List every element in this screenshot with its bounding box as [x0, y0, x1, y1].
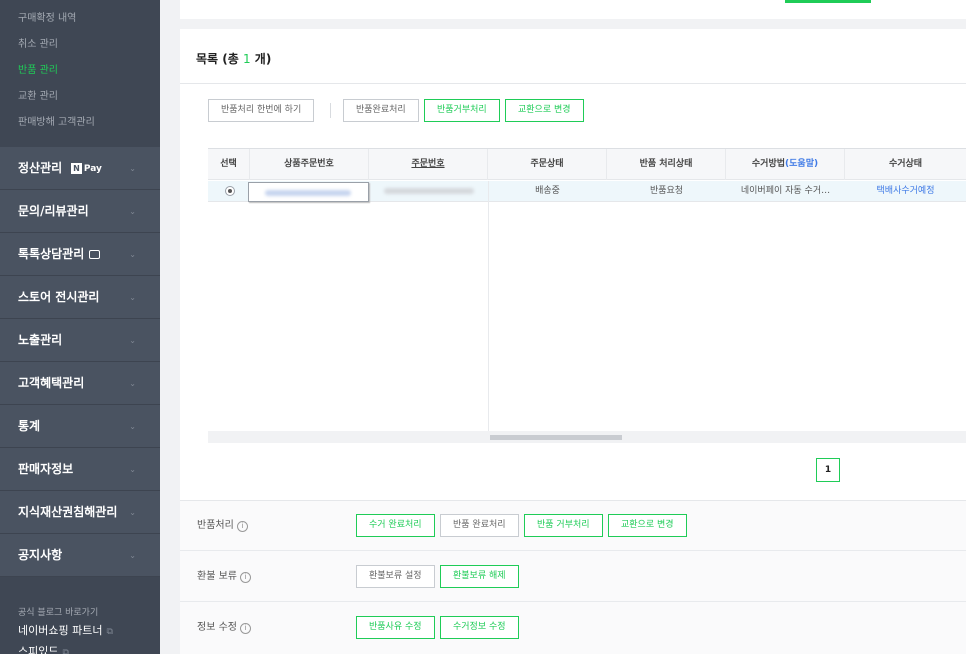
table-row[interactable]: 배송중 반품요청 네이버페이 자동 수거… 택배사수거예정: [208, 181, 966, 202]
page-title: 목록 (총 1 개): [196, 52, 272, 66]
sidebar-item-label: 지식재산권침해관리: [18, 505, 118, 519]
return-reject-button[interactable]: 반품거부처리: [424, 99, 500, 122]
row-select-radio[interactable]: [225, 186, 235, 196]
sidebar-footer: 공식 블로그 바로가기 네이버쇼핑 파트너 ⧉ 스피있드 ⧉: [0, 577, 160, 654]
sidebar-item-label: 문의/리뷰관리: [18, 204, 89, 218]
pickup-info-edit-button[interactable]: 수거정보 수정: [440, 616, 519, 639]
horizontal-scrollbar[interactable]: [208, 431, 966, 443]
external-link-icon: ⧉: [106, 627, 113, 637]
return-status-cell: 반품요청: [649, 186, 684, 196]
chevron-down-icon: ⌄: [129, 250, 136, 259]
return-reject-action-button[interactable]: 반품 거부처리: [524, 514, 603, 537]
sidebar-item-seller-info[interactable]: 판매자정보 ⌄: [0, 448, 160, 491]
info-icon[interactable]: i: [236, 521, 248, 532]
return-action-row: 반품처리 i 수거 완료처리 반품 완료처리 반품 거부처리 교환으로 변경: [180, 501, 966, 551]
sidebar-submenu: 구매확정 내역 취소 관리 반품 관리 교환 관리 판매방해 고객관리: [0, 0, 160, 147]
return-complete-button[interactable]: 반품완료처리: [343, 99, 419, 122]
info-edit-label: 정보 수정 i: [197, 603, 251, 653]
list-count: 1: [242, 52, 251, 66]
sidebar-item-settlement[interactable]: 정산관리 N Pay ⌄: [0, 147, 160, 190]
pickup-status-link[interactable]: 택배사수거예정: [845, 181, 966, 202]
sidebar-item-label: 공지사항: [18, 548, 63, 562]
divider: [180, 83, 966, 84]
chevron-down-icon: ⌄: [129, 465, 136, 474]
external-link-icon: ⧉: [62, 648, 69, 654]
chevron-down-icon: ⌄: [129, 207, 136, 216]
sidebar-item-exposure[interactable]: 노출관리 ⌄: [0, 319, 160, 362]
chevron-down-icon: ⌄: [129, 508, 136, 517]
sidebar-item-store-display[interactable]: 스토어 전시관리 ⌄: [0, 276, 160, 319]
col-return-status: 반품 처리상태: [607, 149, 726, 180]
sidebar-subitem-obstruction[interactable]: 판매방해 고객관리: [0, 110, 160, 136]
col-order-status: 주문상태: [488, 149, 607, 180]
sidebar-item-label: 판매자정보: [18, 462, 74, 476]
scrollbar-thumb[interactable]: [490, 435, 622, 440]
blog-link[interactable]: 공식 블로그 바로가기: [18, 605, 142, 621]
pickup-complete-button[interactable]: 수거 완료처리: [356, 514, 435, 537]
col-pickup-method: 수거방법(도움말): [726, 149, 845, 180]
partner-link[interactable]: 네이버쇼핑 파트너 ⧉: [18, 621, 142, 642]
sidebar: 구매확정 내역 취소 관리 반품 관리 교환 관리 판매방해 고객관리 정산관리…: [0, 0, 160, 654]
npay-logo: N Pay: [71, 163, 102, 174]
col-product-order-no: 상품주문번호: [250, 149, 369, 180]
sidebar-item-label: 노출관리: [18, 333, 63, 347]
chevron-down-icon: ⌄: [129, 164, 136, 173]
sidebar-subitem-purchase-confirmed[interactable]: 구매확정 내역: [0, 6, 160, 32]
return-complete-action-button[interactable]: 반품 완료처리: [440, 514, 519, 537]
sidebar-subitem-cancel[interactable]: 취소 관리: [0, 32, 160, 58]
sidebar-item-notice[interactable]: 공지사항 ⌄: [0, 534, 160, 577]
search-panel: [180, 0, 966, 19]
info-edit-row: 정보 수정 i 반품사유 수정 수거정보 수정: [180, 603, 966, 653]
return-action-label: 반품처리 i: [197, 501, 248, 551]
sidebar-item-ip-infringement[interactable]: 지식재산권침해관리 ⌄: [0, 491, 160, 534]
info-icon[interactable]: i: [239, 623, 251, 634]
table-header: 선택 상품주문번호 주문번호 주문상태 반품 처리상태 수거방법(도움말) 수거…: [208, 149, 966, 180]
chat-bubble-icon: [89, 250, 101, 259]
sidebar-item-label: 정산관리: [18, 161, 63, 175]
sidebar-item-talktalk[interactable]: 톡톡상담관리 ⌄: [0, 233, 160, 276]
refund-hold-set-button[interactable]: 환불보류 설정: [356, 565, 435, 588]
order-no-cell: [384, 188, 474, 194]
refund-hold-row: 환불 보류 i 환불보류 설정 환불보류 해제: [180, 552, 966, 602]
batch-return-button[interactable]: 반품처리 한번에 하기: [208, 99, 315, 122]
redacted-text: [265, 190, 351, 196]
return-reason-edit-button[interactable]: 반품사유 수정: [356, 616, 435, 639]
sidebar-item-label: 스토어 전시관리: [18, 290, 100, 304]
sidebar-subitem-return[interactable]: 반품 관리: [0, 58, 160, 84]
chevron-down-icon: ⌄: [129, 551, 136, 560]
chevron-down-icon: ⌄: [129, 379, 136, 388]
sidebar-item-customer-benefit[interactable]: 고객혜택관리 ⌄: [0, 362, 160, 405]
refund-hold-release-button[interactable]: 환불보류 해제: [440, 565, 519, 588]
change-to-exchange-button[interactable]: 교환으로 변경: [505, 99, 584, 122]
exchange-action-button[interactable]: 교환으로 변경: [608, 514, 687, 537]
col-order-no[interactable]: 주문번호: [369, 149, 488, 180]
sidebar-item-label: 통계: [18, 419, 41, 433]
page-number-1[interactable]: 1: [816, 458, 840, 482]
pickup-method-cell: 네이버페이 자동 수거…: [740, 186, 831, 196]
return-table: 선택 상품주문번호 주문번호 주문상태 반품 처리상태 수거방법(도움말) 수거…: [208, 148, 966, 443]
col-pickup-status: 수거상태: [888, 159, 923, 169]
chevron-down-icon: ⌄: [129, 336, 136, 345]
sidebar-item-label: 고객혜택관리: [18, 376, 85, 390]
sidebar-subitem-exchange[interactable]: 교환 관리: [0, 84, 160, 110]
order-status-cell: 배송중: [535, 186, 560, 196]
frozen-column-divider: [488, 181, 489, 431]
pickup-help-link[interactable]: (도움말): [785, 159, 818, 169]
divider: [330, 103, 331, 118]
col-select: 선택: [208, 149, 250, 180]
refund-hold-label: 환불 보류 i: [197, 552, 251, 602]
return-list-panel: 목록 (총 1 개) 반품처리 한번에 하기 반품완료처리 반품거부처리 교환으…: [180, 29, 966, 654]
sidebar-item-statistics[interactable]: 통계 ⌄: [0, 405, 160, 448]
search-button[interactable]: [785, 0, 871, 3]
product-order-no-cell[interactable]: [248, 182, 369, 202]
chevron-down-icon: ⌄: [129, 422, 136, 431]
info-icon[interactable]: i: [239, 572, 251, 583]
sidebar-item-label: 톡톡상담관리: [18, 247, 85, 261]
sidebar-item-inquiry-review[interactable]: 문의/리뷰관리 ⌄: [0, 190, 160, 233]
action-area: 반품처리 i 수거 완료처리 반품 완료처리 반품 거부처리 교환으로 변경 환불…: [180, 500, 966, 654]
chevron-down-icon: ⌄: [129, 293, 136, 302]
partner-link-2[interactable]: 스피있드 ⧉: [18, 642, 142, 654]
